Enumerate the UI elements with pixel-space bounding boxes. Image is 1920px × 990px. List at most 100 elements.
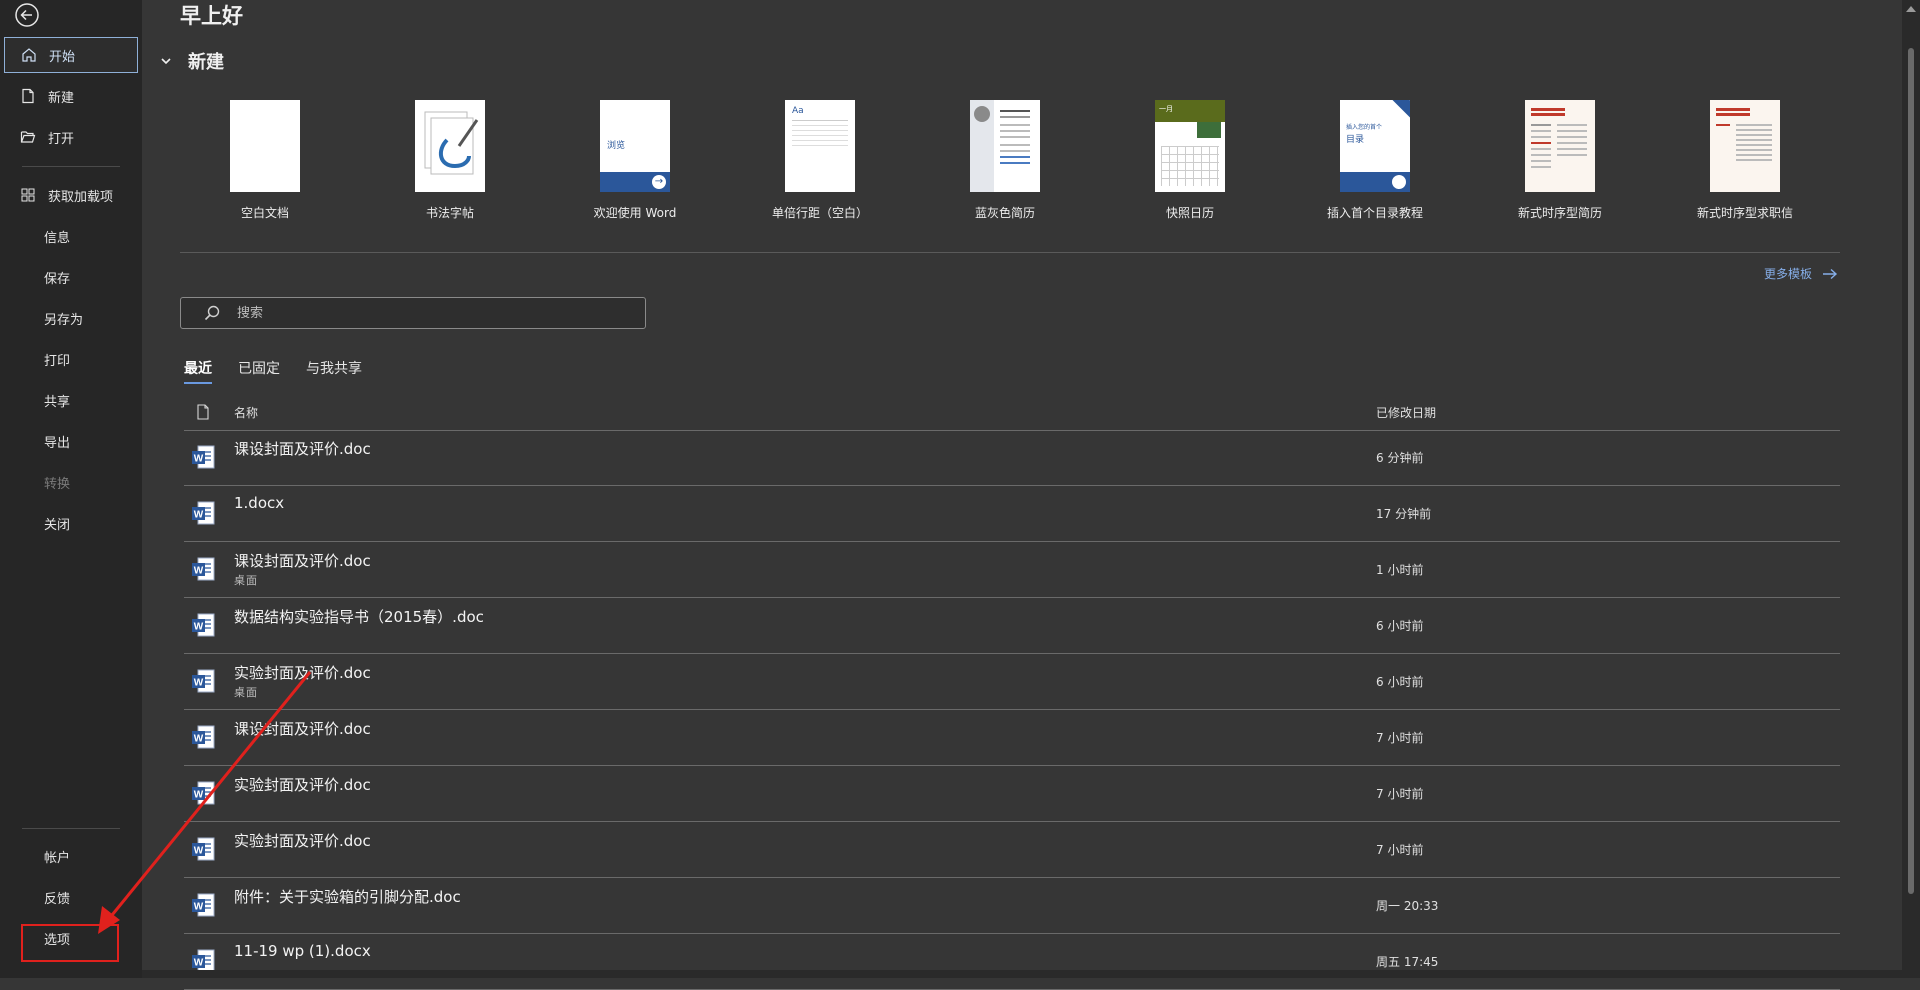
more-templates-link[interactable]: 更多模板 [1764,265,1838,282]
new-section-header[interactable]: 新建 [156,48,224,74]
template-thumbnail [230,100,300,192]
file-list-tabs: 最近 已固定 与我共享 [184,358,388,384]
sidebar-item-new[interactable]: 新建 [4,78,138,114]
svg-text:W: W [194,734,204,745]
word-document-icon: W [192,893,215,917]
sidebar-item-label: 导出 [44,435,71,451]
search-icon [204,305,220,321]
open-folder-icon [18,129,38,145]
file-list-row[interactable]: W 课设封面及评价.doc 6 分钟前 [184,430,1840,486]
template-thumbnail [415,100,485,192]
svg-text:W: W [194,510,204,521]
thumb-text: 插入您的首个 [1346,124,1383,131]
template-toc-tutorial[interactable]: 插入您的首个 目录 插入首个目录教程 [1290,100,1460,221]
file-modified-date: 6 分钟前 [1376,451,1424,465]
file-path: 桌面 [234,686,258,699]
file-modified-date: 周一 20:33 [1376,899,1439,913]
sidebar-item-get-addins[interactable]: 获取加载项 [4,177,138,213]
sidebar-item-account[interactable]: 帐户 [4,838,138,874]
sidebar-item-close[interactable]: 关闭 [4,505,138,541]
vertical-scrollbar[interactable] [1902,0,1920,978]
back-arrow-icon[interactable] [14,2,40,28]
arrow-right-icon: → [652,175,666,189]
backstage-home-pane: 早上好 新建 空白文档 书法字帖 浏览 → 欢迎使用 Word Aa 单倍行距（… [142,0,1902,990]
template-blank-document[interactable]: 空白文档 [180,100,350,221]
template-thumbnail [1525,100,1595,192]
tab-recent[interactable]: 最近 [184,358,212,384]
tab-shared-with-me[interactable]: 与我共享 [306,358,362,384]
sidebar-item-label: 转换 [44,476,71,492]
template-welcome-word[interactable]: 浏览 → 欢迎使用 Word [550,100,720,221]
search-input[interactable] [235,304,619,322]
svg-text:W: W [194,790,204,801]
column-header-name[interactable]: 名称 [234,404,258,421]
recent-file-list: W 课设封面及评价.doc 6 分钟前 W 1.docx 17 分钟前 W 课设封面及评价.d… [184,430,1840,990]
sidebar-item-save[interactable]: 保存 [4,259,138,295]
file-path: 桌面 [234,574,258,587]
template-thumbnail [970,100,1040,192]
file-list-header: 名称 已修改日期 [184,400,1840,431]
word-document-icon: W [192,837,215,861]
sidebar-item-label: 新建 [48,90,75,106]
template-thumbnail: 插入您的首个 目录 [1340,100,1410,192]
sidebar-item-feedback[interactable]: 反馈 [4,879,138,915]
template-label: 蓝灰色简历 [974,206,1035,220]
svg-text:W: W [194,846,204,857]
template-label: 新式时序型求职信 [1696,206,1793,220]
template-thumbnail [1710,100,1780,192]
file-name: 课设封面及评价.doc [234,440,371,458]
tab-pinned[interactable]: 已固定 [238,358,280,384]
sidebar-item-label: 信息 [44,230,71,246]
file-modified-date: 17 分钟前 [1376,507,1432,521]
template-label: 书法字帖 [425,206,474,220]
sidebar-item-transform: 转换 [4,464,138,500]
file-list-row[interactable]: W 数据结构实验指导书（2015春）.doc 6 小时前 [184,598,1840,654]
file-modified-date: 7 小时前 [1376,787,1424,801]
sidebar-item-label: 保存 [44,271,71,287]
file-list-row[interactable]: W 课设封面及评价.doc 桌面 1 小时前 [184,542,1840,598]
sidebar-item-info[interactable]: 信息 [4,218,138,254]
template-blue-gray-resume[interactable]: 蓝灰色简历 [920,100,1090,221]
sidebar-item-share[interactable]: 共享 [4,382,138,418]
annotation-highlight-box [21,924,119,962]
svg-text:W: W [194,454,204,465]
file-name: 附件：关于实验箱的引脚分配.doc [234,888,461,906]
file-list-row[interactable]: W 1.docx 17 分钟前 [184,486,1840,542]
svg-text:W: W [194,902,204,913]
file-list-row[interactable]: W 附件：关于实验箱的引脚分配.doc 周一 20:33 [184,878,1840,934]
template-single-spaced[interactable]: Aa 单倍行距（空白） [735,100,905,221]
file-modified-date: 7 小时前 [1376,731,1424,745]
file-list-row[interactable]: W 11-19 wp (1).docx 周五 17:45 [184,934,1840,990]
thumb-text: Aa [792,106,804,116]
template-modern-chronological-cover-letter[interactable]: 新式时序型求职信 [1660,100,1830,221]
file-list-row[interactable]: W 实验封面及评价.doc 桌面 6 小时前 [184,654,1840,710]
search-box[interactable] [180,297,646,329]
sidebar-item-open[interactable]: 打开 [4,119,138,155]
file-list-row[interactable]: W 课设封面及评价.doc 7 小时前 [184,710,1840,766]
column-header-modified-date[interactable]: 已修改日期 [1376,404,1436,421]
scrollbar-thumb[interactable] [1908,48,1914,894]
backstage-sidebar: 开始 新建 打开 获取加载项 信息 保存 另存为 打印 共享 导出 转换 关闭 … [0,0,142,978]
horizontal-scrollbar[interactable] [142,970,1902,978]
template-modern-chronological-resume[interactable]: 新式时序型简历 [1475,100,1645,221]
sidebar-item-export[interactable]: 导出 [4,423,138,459]
template-calligraphy[interactable]: 书法字帖 [365,100,535,221]
sidebar-item-home[interactable]: 开始 [4,37,138,73]
word-document-icon: W [192,669,215,693]
sidebar-divider [22,166,120,167]
scroll-up-arrow-icon[interactable] [1906,6,1916,12]
sidebar-item-label: 关闭 [44,517,71,533]
more-templates-label: 更多模板 [1764,267,1813,281]
file-name: 1.docx [234,494,285,512]
new-section-title: 新建 [188,52,224,73]
svg-text:W: W [194,678,204,689]
template-snapshot-calendar[interactable]: 一月 快照日历 [1105,100,1275,221]
template-label: 新式时序型简历 [1517,206,1602,220]
thumb-text: 目录 [1346,135,1365,145]
template-label: 单倍行距（空白） [771,206,868,220]
sidebar-item-print[interactable]: 打印 [4,341,138,377]
template-thumbnail: Aa [785,100,855,192]
file-list-row[interactable]: W 实验封面及评价.doc 7 小时前 [184,822,1840,878]
file-list-row[interactable]: W 实验封面及评价.doc 7 小时前 [184,766,1840,822]
sidebar-item-save-as[interactable]: 另存为 [4,300,138,336]
